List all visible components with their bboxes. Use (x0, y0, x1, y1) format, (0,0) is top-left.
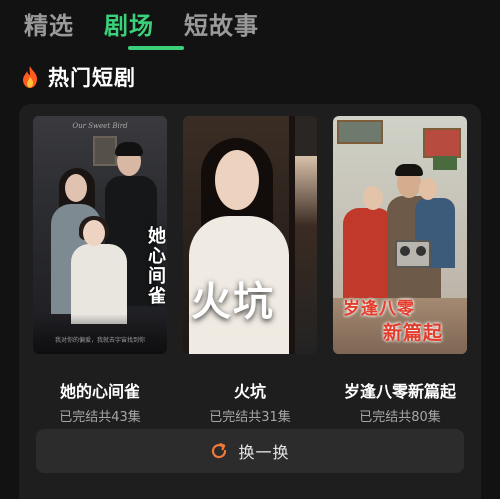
fire-icon (23, 66, 37, 88)
refresh-icon (212, 443, 227, 459)
poster-tagline: Our Sweet Bird (72, 122, 128, 130)
poster-title-line2: 新篇起 (383, 322, 444, 344)
poster-art (423, 128, 461, 158)
poster-art (343, 208, 393, 308)
drama-episode-status: 已完结共31集 (209, 410, 291, 425)
theater-page: 精选 剧场 短故事 热门短剧 Our Sweet Bird 她心间雀 我对你的偏… (0, 0, 500, 499)
poster-art (419, 178, 437, 200)
radio-prop (395, 240, 431, 268)
tab-short-stories[interactable]: 短故事 (184, 10, 259, 42)
drama-episode-status: 已完结共43集 (59, 410, 141, 425)
poster-art (433, 156, 457, 170)
drama-title[interactable]: 岁逢八零新篇起 (323, 378, 477, 402)
poster-art (33, 314, 167, 354)
poster-art (363, 186, 383, 210)
poster-art (65, 174, 87, 202)
poster-art (71, 244, 127, 324)
drama-episode-status: 已完结共80集 (359, 410, 441, 425)
active-tab-indicator (128, 46, 184, 50)
poster-calligraphy: 火坑 (191, 278, 275, 325)
drama-title[interactable]: 火坑 (173, 378, 327, 402)
poster-art (395, 164, 423, 176)
poster-art (215, 150, 259, 210)
poster-art (83, 220, 105, 246)
drama-title[interactable]: 她的心间雀 (23, 378, 177, 402)
poster-subtitle: Swallowed by the Past (217, 328, 286, 335)
poster-art (295, 156, 317, 354)
poster-art (337, 120, 383, 144)
poster-title-line1: 岁逢八零 (343, 299, 415, 319)
poster-bottom-text: 我对你的偏爱，我就去宇宙找到你 (54, 337, 145, 344)
tab-theater[interactable]: 剧场 (104, 10, 154, 42)
section-header: 热门短剧 (20, 63, 136, 91)
drama-card[interactable]: Our Sweet Bird 她心间雀 我对你的偏爱，我就去宇宙找到你 她的心间… (33, 116, 167, 425)
drama-poster[interactable]: 火坑 Swallowed by the Past (183, 116, 317, 354)
poster-art (115, 142, 143, 156)
drama-card[interactable]: 岁逢八零 新篇起 岁逢八零新篇起 已完结共80集 (333, 116, 467, 425)
drama-card[interactable]: 火坑 Swallowed by the Past 火坑 已完结共31集 (183, 116, 317, 425)
drama-poster[interactable]: 岁逢八零 新篇起 (333, 116, 467, 354)
section-title: 热门短剧 (48, 66, 136, 90)
poster-art (93, 136, 117, 166)
refresh-button[interactable]: 换一换 (36, 429, 464, 473)
refresh-label: 换一换 (238, 443, 290, 462)
poster-calligraphy: 她心间雀 (145, 226, 166, 306)
tab-featured[interactable]: 精选 (24, 10, 74, 42)
hot-dramas-panel: Our Sweet Bird 她心间雀 我对你的偏爱，我就去宇宙找到你 她的心间… (19, 104, 481, 499)
drama-poster[interactable]: Our Sweet Bird 她心间雀 我对你的偏爱，我就去宇宙找到你 (33, 116, 167, 354)
